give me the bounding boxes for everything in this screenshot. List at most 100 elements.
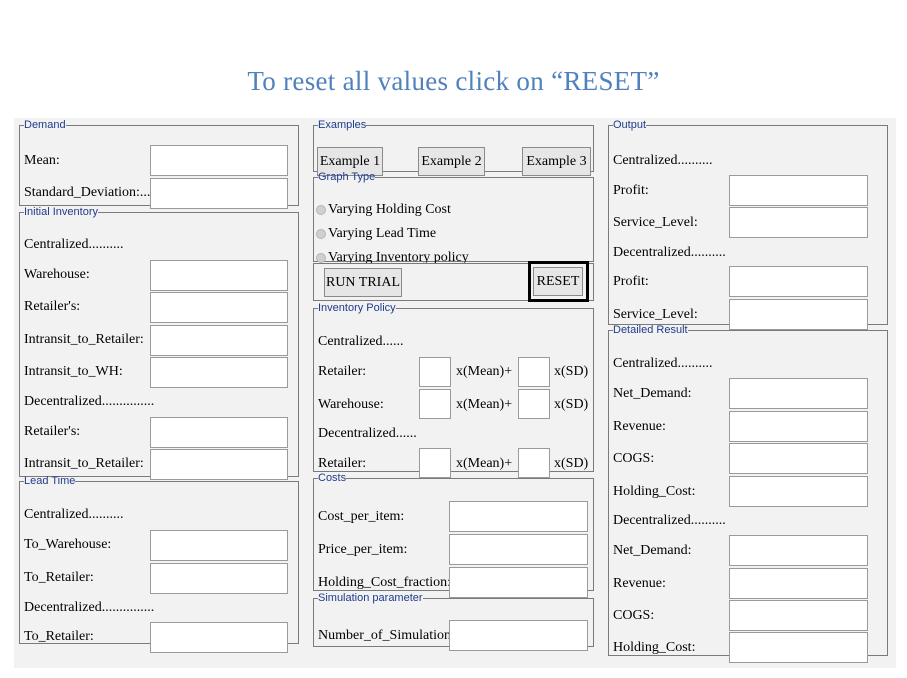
dr-decentralized-label: Decentralized.......... <box>613 513 726 528</box>
radio-varying-holding-cost[interactable]: Varying Holding Cost <box>316 202 451 218</box>
lead-time-group: Lead Time Centralized.......... To_Wareh… <box>19 475 299 653</box>
dr-cogs2-label: COGS: <box>613 608 655 623</box>
dr-holding-cost2-output <box>729 632 868 663</box>
detailed-result-legend: Detailed Result <box>613 324 688 336</box>
ip-decentralized-label: Decentralized...... <box>318 426 417 441</box>
dr-revenue-label: Revenue: <box>613 419 666 434</box>
ii-retailers2-label: Retailer's: <box>24 424 81 439</box>
dr-revenue2-output <box>729 568 868 599</box>
mean-input[interactable] <box>150 145 288 176</box>
standard-deviation-input[interactable] <box>150 178 288 209</box>
graph-type-group: Graph Type Varying Holding Cost Varying … <box>313 171 594 265</box>
number-of-simulation-label: Number_of_Simulation: <box>318 628 455 643</box>
number-of-simulation-input[interactable] <box>449 620 588 651</box>
ip-warehouse-sd-label: x(SD) <box>554 397 589 412</box>
out-profit2-output <box>729 266 868 297</box>
initial-inventory-group: Initial Inventory Centralized.......... … <box>19 206 299 480</box>
cost-per-item-input[interactable] <box>449 501 588 532</box>
dr-revenue-output <box>729 411 868 442</box>
radio-circle-icon[interactable] <box>316 253 326 263</box>
ii-intransit-retailer-input[interactable] <box>150 325 288 356</box>
lead-time-legend: Lead Time <box>24 475 76 487</box>
ip-retailer-mean-label: x(Mean)+ <box>456 364 513 379</box>
ip-warehouse-sd-input[interactable] <box>518 389 550 419</box>
dr-cogs-label: COGS: <box>613 451 655 466</box>
dr-centralized-label: Centralized.......... <box>613 356 713 371</box>
costs-legend: Costs <box>318 472 347 484</box>
ip-retailer2-sd-label: x(SD) <box>554 456 589 471</box>
output-legend: Output <box>613 119 647 131</box>
dr-cogs2-output <box>729 600 868 631</box>
dr-cogs-output <box>729 443 868 474</box>
output-group: Output Centralized.......... Profit: Ser… <box>608 119 888 330</box>
mean-label: Mean: <box>24 153 60 168</box>
ii-intransit-wh-input[interactable] <box>150 357 288 388</box>
ip-warehouse-mean-label: x(Mean)+ <box>456 397 513 412</box>
lt-to-retailer-input[interactable] <box>150 563 288 594</box>
dr-holding-cost2-label: Holding_Cost: <box>613 640 696 655</box>
ii-decentralized-label: Decentralized............... <box>24 394 155 409</box>
ip-warehouse-mean-input[interactable] <box>419 389 451 419</box>
initial-inventory-legend: Initial Inventory <box>24 206 98 218</box>
ip-retailer-sd-input[interactable] <box>518 357 550 387</box>
ii-centralized-label: Centralized.......... <box>24 237 124 252</box>
price-per-item-input[interactable] <box>449 534 588 565</box>
ii-retailers-input[interactable] <box>150 292 288 323</box>
radio-circle-icon[interactable] <box>316 229 326 239</box>
ip-retailer-mean-input[interactable] <box>419 357 451 387</box>
dr-net-demand-output <box>729 378 868 409</box>
lt-to-retailer-label: To_Retailer: <box>24 570 94 585</box>
out-decentralized-label: Decentralized.......... <box>613 245 726 260</box>
reset-button[interactable]: RESET <box>533 267 583 296</box>
out-centralized-label: Centralized.......... <box>613 153 713 168</box>
examples-group: Examples Example 1 Example 2 Example 3 <box>313 120 594 176</box>
inventory-policy-group: Inventory Policy Centralized...... Retai… <box>313 302 594 478</box>
ii-retailers2-input[interactable] <box>150 417 288 448</box>
out-profit2-label: Profit: <box>613 274 649 289</box>
simulation-legend: Simulation parameter <box>318 592 423 604</box>
ip-retailer-label: Retailer: <box>318 364 367 379</box>
run-trial-button[interactable]: RUN TRIAL <box>324 268 402 297</box>
dr-holding-cost-output <box>729 476 868 507</box>
page-title: To reset all values click on “RESET” <box>247 66 660 96</box>
lt-centralized-label: Centralized.......... <box>24 507 124 522</box>
lt-to-warehouse-input[interactable] <box>150 530 288 561</box>
standard-deviation-label: Standard_Deviation:... <box>24 185 151 200</box>
radio-circle-icon[interactable] <box>316 205 326 215</box>
demand-legend: Demand <box>24 119 66 131</box>
out-service-level-output <box>729 207 868 238</box>
lt-to-warehouse-label: To_Warehouse: <box>24 537 112 552</box>
ip-retailer2-label: Retailer: <box>318 456 367 471</box>
dr-net-demand2-label: Net_Demand: <box>613 543 692 558</box>
ip-centralized-label: Centralized...... <box>318 334 404 349</box>
lt-to-retailer2-label: To_Retailer: <box>24 629 94 644</box>
ii-warehouse-input[interactable] <box>150 260 288 291</box>
dr-holding-cost-label: Holding_Cost: <box>613 484 696 499</box>
ii-warehouse-label: Warehouse: <box>24 267 90 282</box>
inventory-policy-legend: Inventory Policy <box>318 302 396 314</box>
costs-group: Costs Cost_per_item: Price_per_item: Hol… <box>313 472 594 598</box>
ii-retailers-label: Retailer's: <box>24 299 81 314</box>
simulation-group: Simulation parameter Number_of_Simulatio… <box>313 592 594 651</box>
out-profit-output <box>729 175 868 206</box>
radio-varying-lead-time-label: Varying Lead Time <box>328 226 437 241</box>
dr-net-demand2-output <box>729 535 868 566</box>
price-per-item-label: Price_per_item: <box>318 542 408 557</box>
out-profit-label: Profit: <box>613 183 649 198</box>
cost-per-item-label: Cost_per_item: <box>318 509 405 524</box>
ip-warehouse-label: Warehouse: <box>318 397 384 412</box>
lt-to-retailer2-input[interactable] <box>150 622 288 653</box>
dr-net-demand-label: Net_Demand: <box>613 386 692 401</box>
detailed-result-group: Detailed Result Centralized.......... Ne… <box>608 324 888 663</box>
out-service-level-label: Service_Level: <box>613 215 698 230</box>
radio-varying-lead-time[interactable]: Varying Lead Time <box>316 226 436 242</box>
ii-intransit-retailer-label: Intransit_to_Retailer: <box>24 332 144 347</box>
action-bar: RUN TRIAL RESET <box>313 261 594 302</box>
ip-retailer2-mean-label: x(Mean)+ <box>456 456 513 471</box>
out-service-level2-label: Service_Level: <box>613 307 698 322</box>
radio-varying-holding-cost-label: Varying Holding Cost <box>328 202 451 217</box>
graph-type-legend: Graph Type <box>318 171 376 183</box>
lt-decentralized-label: Decentralized............... <box>24 600 155 615</box>
ii-intransit-retailer2-label: Intransit_to_Retailer: <box>24 456 144 471</box>
holding-cost-fraction-label: Holding_Cost_fraction:. <box>318 575 455 590</box>
